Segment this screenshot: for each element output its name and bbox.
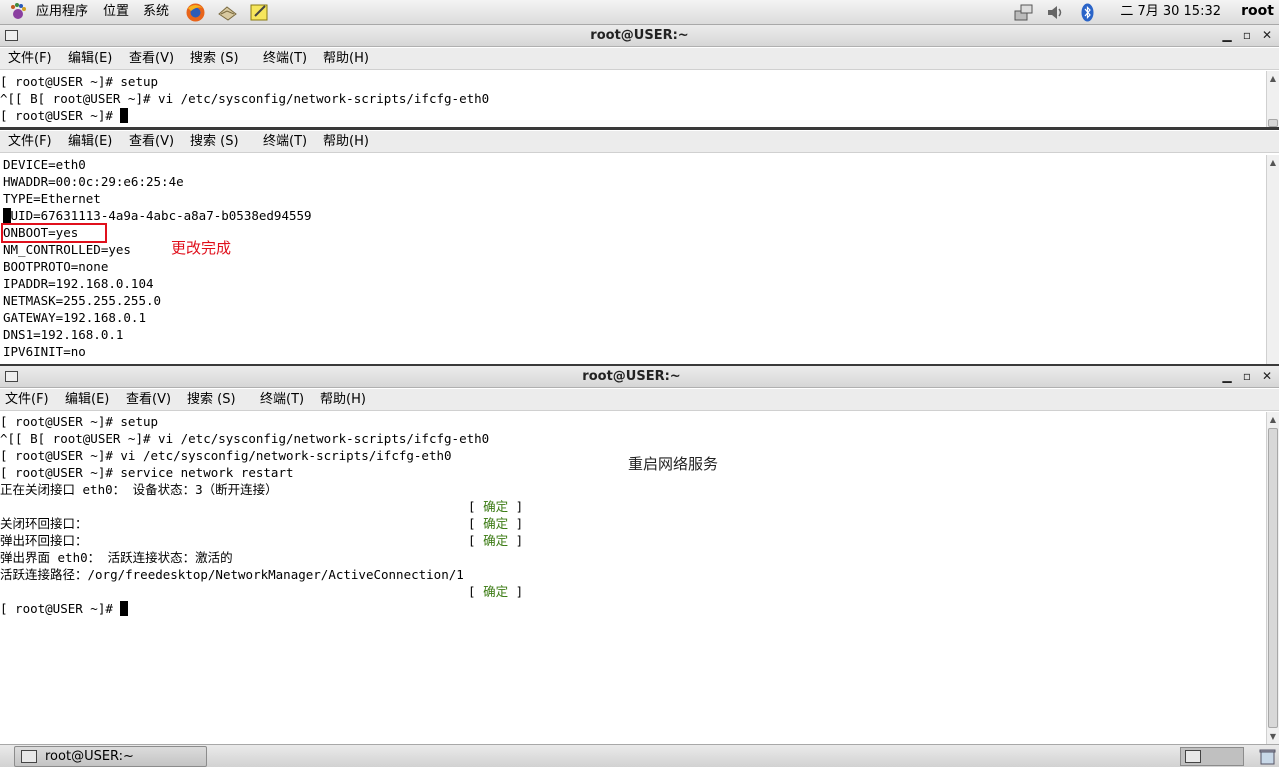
- trash-icon[interactable]: [1258, 747, 1277, 766]
- menu-help[interactable]: 帮助(H): [323, 51, 369, 67]
- config-line: HWADDR=00:0c:29:e6:25:4e: [3, 174, 184, 189]
- terminal-line: 正在关闭接口 eth0： 设备状态：3（断开连接）: [0, 482, 278, 497]
- terminal-line: 关闭环回接口：: [0, 516, 88, 531]
- menu-view[interactable]: 查看(V): [126, 392, 171, 408]
- menu-file[interactable]: 文件(F): [8, 51, 52, 67]
- terminal-line: 活跃连接路径：/org/freedesktop/NetworkManager/A…: [0, 567, 464, 582]
- window-title: root@USER:~: [582, 369, 681, 384]
- volume-icon[interactable]: [1045, 2, 1066, 23]
- terminal-line: [ root@USER ~]# setup: [0, 414, 159, 429]
- user-name[interactable]: root: [1241, 3, 1274, 19]
- scroll-down-icon[interactable]: ▼: [1267, 730, 1279, 743]
- maximize-icon[interactable]: ▫: [1239, 368, 1255, 384]
- terminal-line: ^[[ B[ root@USER ~]# vi /etc/sysconfig/n…: [0, 91, 490, 106]
- menu-search[interactable]: 搜索 (S): [190, 51, 239, 67]
- config-line: DNS1=192.168.0.1: [3, 327, 124, 342]
- config-line: NETMASK=255.255.255.0: [3, 293, 162, 308]
- menu-system[interactable]: 系统: [143, 4, 169, 20]
- terminal-titlebar-bottom[interactable]: root@USER:~ ▁ ▫ ✕: [0, 366, 1279, 388]
- config-line: TYPE=Ethernet: [3, 191, 101, 206]
- menu-applications[interactable]: 应用程序: [36, 4, 88, 20]
- scroll-thumb[interactable]: [1268, 119, 1278, 127]
- text-cursor: [120, 108, 129, 123]
- menu-file[interactable]: 文件(F): [5, 392, 49, 408]
- terminal-pane-2[interactable]: DEVICE=eth0 HWADDR=00:0c:29:e6:25:4e TYP…: [0, 155, 1266, 364]
- menu-edit[interactable]: 编辑(E): [68, 134, 112, 150]
- maximize-icon[interactable]: ▫: [1239, 27, 1255, 43]
- annotation-restart-network: 重启网络服务: [628, 455, 719, 473]
- terminal-line: 弹出环回接口：: [0, 533, 88, 548]
- menu-places[interactable]: 位置: [103, 4, 129, 20]
- terminal-line: 弹出界面 eth0： 活跃连接状态：激活的: [0, 550, 233, 565]
- config-line: IPV6INIT=no: [3, 344, 86, 359]
- highlight-box: [1, 223, 107, 243]
- scroll-thumb[interactable]: [1268, 428, 1278, 728]
- top-panel: 应用程序 位置 系统 二 7月 30 15:32 root: [0, 0, 1279, 25]
- config-line: IPADDR=192.168.0.104: [3, 276, 154, 291]
- menu-file[interactable]: 文件(F): [8, 134, 52, 150]
- notes-icon[interactable]: [249, 2, 270, 23]
- menu-terminal[interactable]: 终端(T): [260, 392, 304, 408]
- scrollbar-pane-2[interactable]: ▲: [1266, 155, 1279, 364]
- terminal-pane-1[interactable]: [ root@USER ~]# setup ^[[ B[ root@USER ~…: [0, 71, 1266, 127]
- minimize-icon[interactable]: ▁: [1219, 368, 1235, 384]
- close-icon[interactable]: ✕: [1259, 27, 1275, 43]
- annotation-change-done: 更改完成: [171, 239, 232, 257]
- terminal-titlebar-top[interactable]: root@USER:~ ▁ ▫ ✕: [0, 25, 1279, 47]
- ok-status: [ 确定 ]: [468, 584, 524, 599]
- minimize-icon[interactable]: ▁: [1219, 27, 1235, 43]
- config-line: DEVICE=eth0: [3, 157, 86, 172]
- menubar-top: 文件(F) 编辑(E) 查看(V) 搜索 (S) 终端(T) 帮助(H): [0, 48, 1279, 70]
- scroll-up-icon[interactable]: ▲: [1267, 72, 1279, 85]
- mail-icon[interactable]: [217, 2, 238, 23]
- terminal-line: [ root@USER ~]# vi /etc/sysconfig/networ…: [0, 448, 452, 463]
- menu-search[interactable]: 搜索 (S): [187, 392, 236, 408]
- terminal-icon: [1185, 750, 1201, 763]
- menu-view[interactable]: 查看(V): [129, 134, 174, 150]
- ok-status: [ 确定 ]: [468, 516, 524, 531]
- menu-view[interactable]: 查看(V): [129, 51, 174, 67]
- ok-status: [ 确定 ]: [468, 533, 524, 548]
- network-icon[interactable]: [1013, 2, 1034, 23]
- config-line: UUID=67631113-4a9a-4abc-a8a7-b0538ed9455…: [3, 208, 312, 223]
- close-icon[interactable]: ✕: [1259, 368, 1275, 384]
- firefox-icon[interactable]: [185, 2, 206, 23]
- taskbar-terminal-button[interactable]: root@USER:~: [14, 746, 207, 767]
- menu-terminal[interactable]: 终端(T): [263, 51, 307, 67]
- pane-divider[interactable]: [0, 127, 1279, 130]
- terminal-line: [ root@USER ~]# setup: [0, 74, 159, 89]
- config-line: NM_CONTROLLED=yes: [3, 242, 131, 257]
- scroll-up-icon[interactable]: ▲: [1267, 413, 1279, 426]
- bottom-panel: root@USER:~: [0, 744, 1279, 767]
- ok-status: [ 确定 ]: [468, 499, 524, 514]
- menubar-middle: 文件(F) 编辑(E) 查看(V) 搜索 (S) 终端(T) 帮助(H): [0, 131, 1279, 153]
- workspace-switcher[interactable]: [1180, 747, 1244, 766]
- text-cursor: [120, 601, 129, 616]
- menu-help[interactable]: 帮助(H): [320, 392, 366, 408]
- window-title: root@USER:~: [590, 28, 689, 43]
- prompt: [ root@USER ~]#: [0, 108, 121, 123]
- terminal-line: [ root@USER ~]#: [0, 107, 129, 124]
- prompt: [ root@USER ~]#: [0, 601, 121, 616]
- menu-edit[interactable]: 编辑(E): [65, 392, 109, 408]
- vi-cursor: [3, 208, 11, 223]
- menu-help[interactable]: 帮助(H): [323, 134, 369, 150]
- menu-edit[interactable]: 编辑(E): [68, 51, 112, 67]
- terminal-line: [ root@USER ~]# service network restart: [0, 465, 294, 480]
- scrollbar-pane-3[interactable]: ▲ ▼: [1266, 412, 1279, 744]
- clock[interactable]: 二 7月 30 15:32: [1120, 4, 1221, 20]
- config-line: GATEWAY=192.168.0.1: [3, 310, 146, 325]
- bluetooth-icon[interactable]: [1077, 2, 1098, 23]
- scroll-up-icon[interactable]: ▲: [1267, 156, 1279, 169]
- menubar-bottom: 文件(F) 编辑(E) 查看(V) 搜索 (S) 终端(T) 帮助(H): [0, 389, 1279, 411]
- scrollbar-pane-1[interactable]: ▲: [1266, 71, 1279, 127]
- terminal-line: ^[[ B[ root@USER ~]# vi /etc/sysconfig/n…: [0, 431, 490, 446]
- terminal-line: [ root@USER ~]#: [0, 600, 129, 617]
- gnome-foot-icon[interactable]: [8, 2, 29, 23]
- task-label: root@USER:~: [45, 749, 134, 764]
- config-line: BOOTPROTO=none: [3, 259, 109, 274]
- menu-search[interactable]: 搜索 (S): [190, 134, 239, 150]
- menu-terminal[interactable]: 终端(T): [263, 134, 307, 150]
- terminal-icon: [21, 750, 37, 763]
